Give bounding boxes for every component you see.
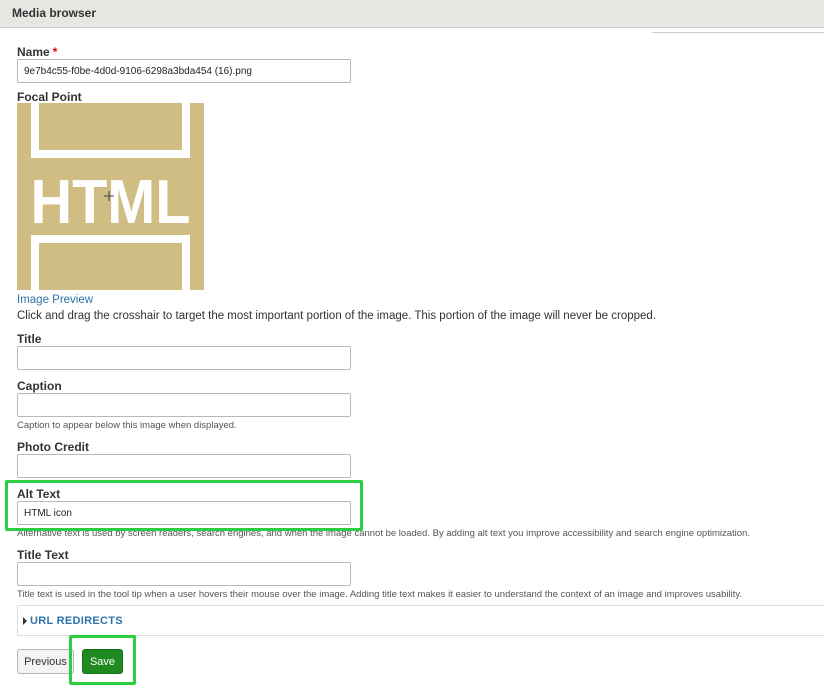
photo-credit-input[interactable]: [17, 454, 351, 478]
alt-text-highlight: [5, 480, 363, 531]
caption-input[interactable]: [17, 393, 351, 417]
html-logo-text: HTML: [31, 168, 191, 237]
title-text-label: Title Text: [17, 548, 69, 562]
focal-point-image[interactable]: HTML: [17, 103, 204, 290]
title-text-description: Title text is used in the tool tip when …: [17, 589, 743, 600]
caret-right-icon: [23, 617, 27, 625]
url-redirects-label: URL REDIRECTS: [30, 615, 123, 627]
photo-credit-label: Photo Credit: [17, 440, 89, 454]
name-input[interactable]: [17, 59, 351, 83]
required-mark: *: [52, 45, 58, 59]
media-browser-header: Media browser: [0, 0, 824, 28]
previous-button[interactable]: Previous: [17, 649, 74, 674]
caption-description: Caption to appear below this image when …: [17, 420, 237, 431]
divider: [652, 32, 824, 33]
url-redirects-toggle[interactable]: URL REDIRECTS: [17, 605, 824, 636]
image-preview-link[interactable]: Image Preview: [17, 294, 93, 306]
page-title: Media browser: [12, 6, 97, 20]
caption-label: Caption: [17, 379, 62, 393]
save-highlight: [69, 635, 136, 685]
focal-point-help: Click and drag the crosshair to target t…: [17, 310, 657, 322]
title-label: Title: [17, 332, 42, 346]
title-input[interactable]: [17, 346, 351, 370]
title-text-input[interactable]: [17, 562, 351, 586]
focal-point-label: Focal Point: [17, 90, 82, 104]
name-label: Name *: [17, 45, 58, 59]
